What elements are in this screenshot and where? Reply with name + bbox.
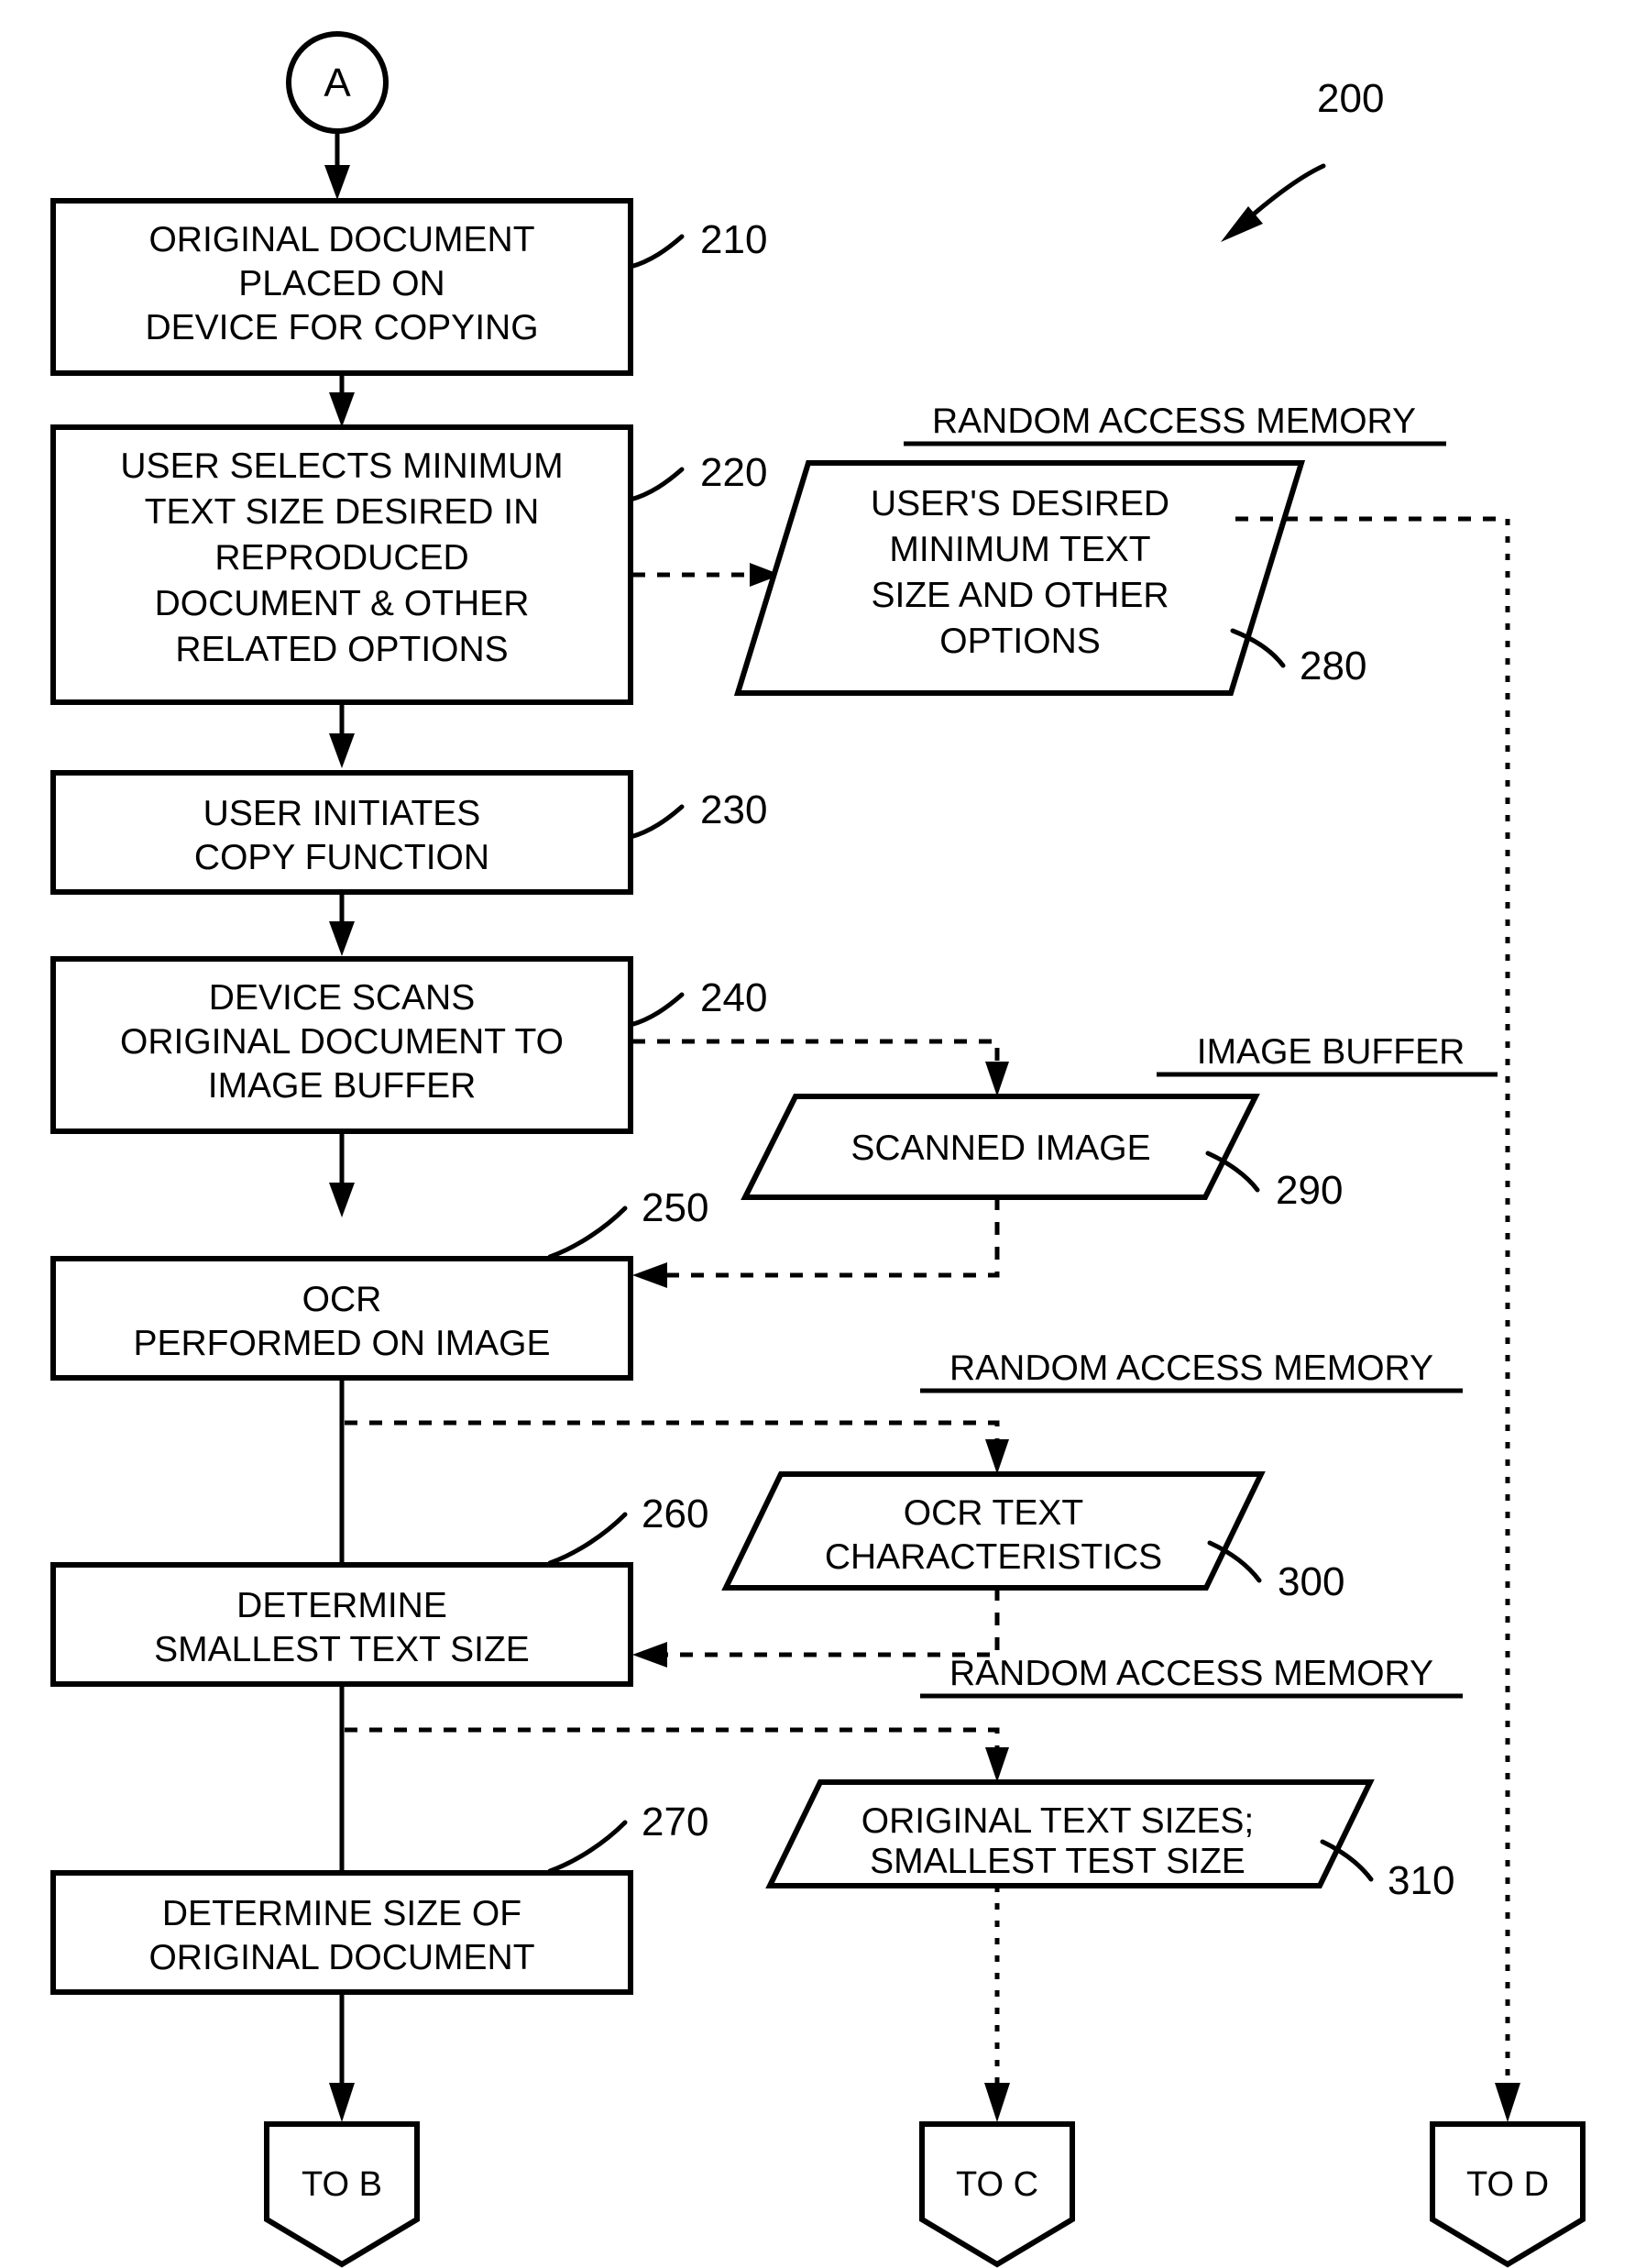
- store-header-280-label: RANDOM ACCESS MEMORY: [932, 402, 1416, 441]
- ref-callout-220: 220: [628, 450, 767, 502]
- process-box-230-line-1: COPY FUNCTION: [194, 838, 489, 877]
- process-box-260-line-0: DETERMINE: [236, 1586, 447, 1625]
- process-box-210-line-2: DEVICE FOR COPYING: [145, 308, 538, 347]
- process-box-250-line-1: PERFORMED ON IMAGE: [133, 1324, 550, 1363]
- data-store-290: SCANNED IMAGE: [741, 1094, 1260, 1200]
- figure-number-callout: 200: [1221, 76, 1384, 242]
- data-store-310: ORIGINAL TEXT SIZES; SMALLEST TEST SIZE: [765, 1779, 1375, 1888]
- entry-connector-a: A: [286, 31, 389, 134]
- ref-label-280: 280: [1300, 644, 1366, 688]
- ref-callout-230: 230: [628, 787, 767, 840]
- process-box-210-line-1: PLACED ON: [238, 264, 444, 303]
- data-store-300: OCR TEXT CHARACTERISTICS: [721, 1471, 1266, 1591]
- process-box-240-line-0: DEVICE SCANS: [209, 978, 475, 1018]
- entry-connector-label: A: [324, 61, 351, 105]
- ref-callout-300: 300: [1207, 1540, 1344, 1604]
- store-header-310-label: RANDOM ACCESS MEMORY: [949, 1654, 1433, 1693]
- ref-callout-240: 240: [628, 975, 767, 1028]
- ref-label-290: 290: [1276, 1168, 1343, 1213]
- store-header-290: IMAGE BUFFER: [1157, 1032, 1498, 1077]
- ref-label-230: 230: [700, 787, 767, 832]
- process-box-220: USER SELECTS MINIMUM TEXT SIZE DESIRED I…: [50, 424, 633, 705]
- dataflow-250-to-300: [345, 1420, 1009, 1474]
- store-header-310: RANDOM ACCESS MEMORY: [920, 1654, 1463, 1699]
- store-header-300-label: RANDOM ACCESS MEMORY: [949, 1349, 1433, 1388]
- ref-callout-210: 210: [628, 217, 767, 270]
- ref-label-300: 300: [1278, 1559, 1344, 1604]
- exit-connector-to-c: TO C: [919, 2121, 1075, 2268]
- data-store-300-line-0: OCR TEXT: [904, 1493, 1083, 1533]
- arrow-270-to-b: [329, 1992, 355, 2122]
- exit-connector-to-d: TO D: [1430, 2121, 1586, 2268]
- dataflow-240-to-290: [632, 1039, 1009, 1096]
- process-box-240-line-2: IMAGE BUFFER: [208, 1066, 477, 1106]
- ref-label-240: 240: [700, 975, 767, 1020]
- process-box-210: ORIGINAL DOCUMENT PLACED ON DEVICE FOR C…: [50, 198, 633, 376]
- ref-label-270: 270: [642, 1800, 708, 1844]
- process-box-220-line-2: REPRODUCED: [214, 538, 468, 578]
- dataflow-220-to-280: [632, 563, 781, 587]
- process-box-240-line-1: ORIGINAL DOCUMENT TO: [120, 1022, 564, 1062]
- dataflow-260-to-310: [345, 1727, 1009, 1782]
- process-box-220-line-3: DOCUMENT & OTHER: [155, 584, 530, 623]
- ref-label-310: 310: [1388, 1858, 1454, 1903]
- ref-callout-270: 270: [547, 1800, 708, 1874]
- ref-label-220: 220: [700, 450, 767, 495]
- data-store-310-line-1: SMALLEST TEST SIZE: [870, 1842, 1245, 1881]
- arrow-240-to-250: [329, 1131, 355, 1217]
- patent-flowchart-figure: A 200 ORIGINAL DOCUMENT PLACED ON DEVICE…: [0, 0, 1646, 2268]
- process-box-230-line-0: USER INITIATES: [203, 794, 481, 833]
- arrow-210-to-220: [329, 373, 355, 427]
- process-box-230: USER INITIATES COPY FUNCTION: [50, 770, 633, 895]
- data-store-310-line-0: ORIGINAL TEXT SIZES;: [861, 1801, 1254, 1841]
- process-box-220-line-4: RELATED OPTIONS: [175, 630, 508, 669]
- ref-callout-290: 290: [1205, 1151, 1343, 1213]
- process-box-220-line-0: USER SELECTS MINIMUM: [120, 446, 563, 486]
- process-box-270: DETERMINE SIZE OF ORIGINAL DOCUMENT: [50, 1870, 633, 1995]
- process-box-260: DETERMINE SMALLEST TEXT SIZE: [50, 1562, 633, 1687]
- dataflow-300-to-260: [632, 1588, 1000, 1668]
- ref-callout-280: 280: [1230, 628, 1366, 688]
- process-box-250: OCR PERFORMED ON IMAGE: [50, 1256, 633, 1381]
- process-box-260-line-1: SMALLEST TEXT SIZE: [154, 1630, 530, 1669]
- dataflow-310-to-c: [984, 1886, 1010, 2122]
- arrow-220-to-230: [329, 702, 355, 768]
- exit-connector-to-b-label: TO B: [302, 2165, 382, 2204]
- ref-label-250: 250: [642, 1185, 708, 1230]
- store-header-300: RANDOM ACCESS MEMORY: [920, 1349, 1463, 1393]
- ref-callout-310: 310: [1320, 1839, 1454, 1903]
- data-store-290-line-0: SCANNED IMAGE: [850, 1128, 1150, 1168]
- exit-connector-to-b: TO B: [264, 2121, 420, 2268]
- exit-connector-to-c-label: TO C: [956, 2165, 1038, 2204]
- process-box-240: DEVICE SCANS ORIGINAL DOCUMENT TO IMAGE …: [50, 956, 633, 1134]
- figure-number-label: 200: [1317, 76, 1384, 121]
- data-store-280-line-1: MINIMUM TEXT: [889, 530, 1150, 569]
- store-header-290-label: IMAGE BUFFER: [1197, 1032, 1465, 1072]
- ref-label-260: 260: [642, 1492, 708, 1536]
- arrow-230-to-240: [329, 892, 355, 956]
- data-store-300-line-1: CHARACTERISTICS: [825, 1537, 1162, 1577]
- ref-callout-250: 250: [547, 1185, 708, 1260]
- process-box-250-line-0: OCR: [302, 1280, 382, 1319]
- arrow-a-to-210: [324, 131, 350, 200]
- flowchart-canvas: A 200 ORIGINAL DOCUMENT PLACED ON DEVICE…: [50, 31, 1586, 2268]
- exit-connector-to-d-label: TO D: [1466, 2165, 1549, 2204]
- store-header-280: RANDOM ACCESS MEMORY: [904, 402, 1446, 446]
- data-store-280-line-2: SIZE AND OTHER: [871, 576, 1169, 615]
- process-box-270-line-0: DETERMINE SIZE OF: [162, 1894, 521, 1933]
- data-store-280-line-0: USER'S DESIRED: [871, 484, 1169, 523]
- data-store-280: USER'S DESIRED MINIMUM TEXT SIZE AND OTH…: [733, 460, 1306, 696]
- ref-callout-260: 260: [547, 1492, 708, 1566]
- process-box-270-line-1: ORIGINAL DOCUMENT: [148, 1938, 534, 1977]
- process-box-210-line-0: ORIGINAL DOCUMENT: [148, 220, 534, 259]
- ref-label-210: 210: [700, 217, 767, 262]
- data-store-280-line-3: OPTIONS: [939, 622, 1101, 661]
- process-box-220-line-1: TEXT SIZE DESIRED IN: [145, 492, 540, 532]
